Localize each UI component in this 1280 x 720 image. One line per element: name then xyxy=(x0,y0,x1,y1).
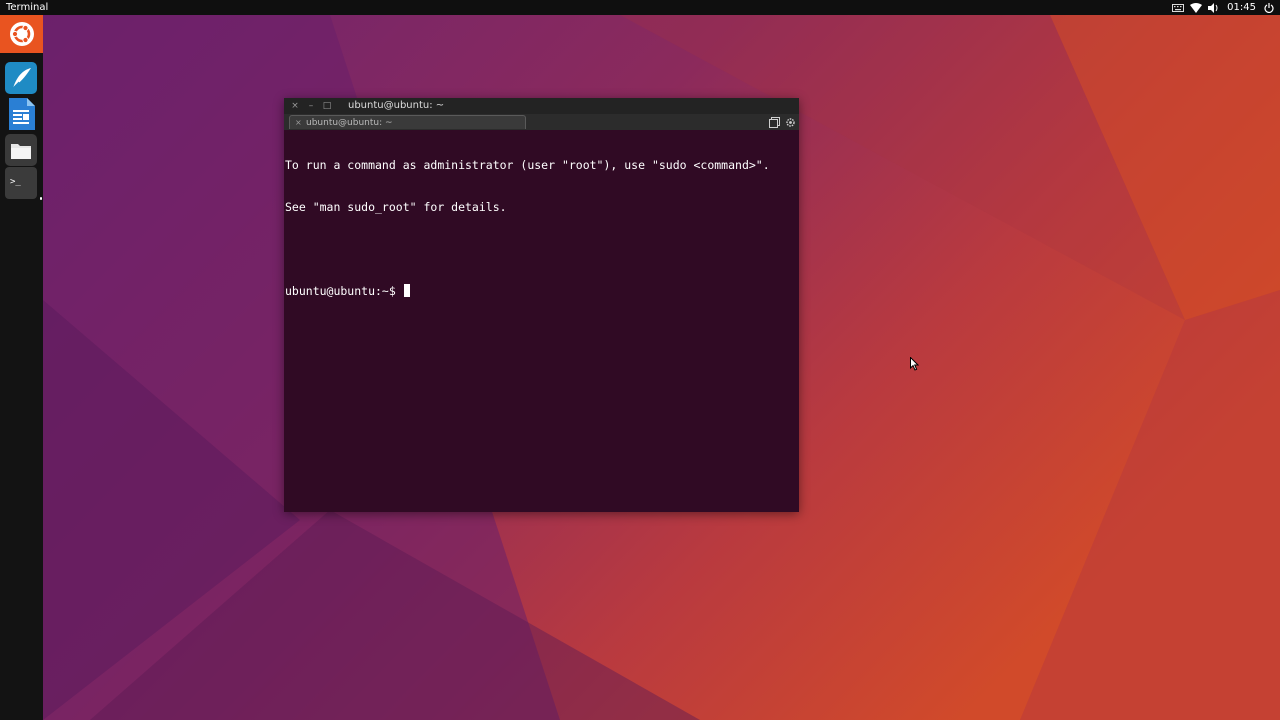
wifi-icon[interactable] xyxy=(1190,2,1203,13)
dock-item-files[interactable] xyxy=(5,134,37,166)
app-menu-title[interactable]: Terminal xyxy=(6,0,48,15)
window-title: ubuntu@ubuntu: ~ xyxy=(348,100,445,111)
tab-close-button[interactable]: × xyxy=(295,116,302,130)
terminal-window[interactable]: × – □ ubuntu@ubuntu: ~ × ubuntu@ubuntu: … xyxy=(284,98,799,512)
terminal-line: See "man sudo_root" for details. xyxy=(285,200,507,214)
desktop[interactable]: Terminal 01:45 >_ × – □ ubuntu@ubuntu: ~… xyxy=(0,0,1280,720)
text-cursor xyxy=(403,284,410,297)
terminal-icon: >_ xyxy=(10,177,21,187)
terminal-tab[interactable]: × ubuntu@ubuntu: ~ xyxy=(289,115,526,129)
close-button[interactable]: × xyxy=(288,98,302,114)
system-tray[interactable]: 01:45 xyxy=(1172,0,1274,15)
tab-label: ubuntu@ubuntu: ~ xyxy=(306,118,393,128)
writer-app-icon xyxy=(5,62,37,94)
keyboard-icon[interactable] xyxy=(1172,3,1185,12)
maximize-button[interactable]: □ xyxy=(320,98,334,114)
dock-item-writer[interactable] xyxy=(5,62,37,94)
files-icon xyxy=(5,134,37,166)
mouse-pointer-icon xyxy=(910,357,919,371)
preferences-button[interactable] xyxy=(783,115,797,129)
new-tab-icon xyxy=(768,116,780,128)
svg-text:>_: >_ xyxy=(10,177,21,187)
prompt-line[interactable]: ubuntu@ubuntu:~$ xyxy=(285,284,797,298)
ubuntu-home-icon xyxy=(9,22,34,46)
shell-prompt: ubuntu@ubuntu:~$ xyxy=(285,284,403,298)
dock-item-terminal[interactable]: >_ xyxy=(5,167,37,199)
gear-icon xyxy=(785,117,795,127)
libreoffice-writer-icon xyxy=(9,98,35,130)
top-panel: Terminal 01:45 xyxy=(0,0,1280,15)
terminal-output[interactable]: To run a command as administrator (user … xyxy=(285,130,797,510)
window-titlebar[interactable]: × – □ ubuntu@ubuntu: ~ xyxy=(284,98,799,114)
minimize-button[interactable]: – xyxy=(304,98,318,114)
ubuntu-home-button[interactable] xyxy=(0,15,43,53)
new-tab-button[interactable] xyxy=(767,115,781,129)
tab-bar: × ubuntu@ubuntu: ~ xyxy=(284,114,799,130)
clock[interactable]: 01:45 xyxy=(1227,0,1256,15)
terminal-line: To run a command as administrator (user … xyxy=(285,158,770,172)
running-indicator xyxy=(40,197,42,200)
volume-icon[interactable] xyxy=(1208,2,1219,13)
power-icon[interactable] xyxy=(1264,2,1274,13)
launcher-dock: >_ xyxy=(0,15,43,720)
dock-item-libreoffice-writer[interactable] xyxy=(5,98,37,130)
